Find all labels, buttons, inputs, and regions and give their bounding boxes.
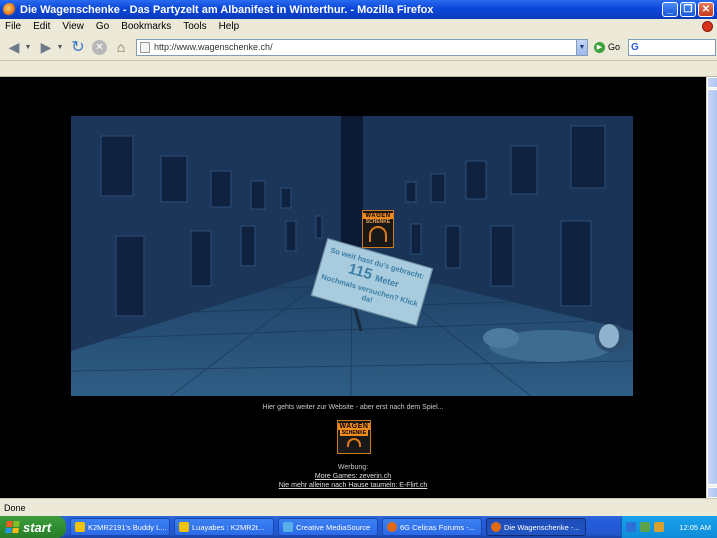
game-logo-line2: SCHENKE <box>365 219 391 225</box>
menu-go[interactable]: Go <box>96 21 109 32</box>
close-button[interactable]: ✕ <box>698 2 714 17</box>
status-text: Done <box>4 502 26 513</box>
scroll-up-icon[interactable] <box>707 77 717 88</box>
maximize-button[interactable]: ❐ <box>680 2 696 17</box>
back-icon[interactable]: ◀ <box>5 38 23 56</box>
go-arrow-icon: ▶ <box>594 41 605 53</box>
taskbar-item-celicas-forum[interactable]: 6G Celicas Forums -... <box>382 518 482 536</box>
firefox-icon <box>3 3 16 16</box>
go-button[interactable]: ▶ Go <box>594 41 621 53</box>
address-bar[interactable]: http://www.wagenschenke.ch/ ▼ <box>136 38 588 56</box>
system-tray: 12:05 AM <box>621 516 717 538</box>
eflirt-link[interactable]: Nie mehr alleine nach Hause taumeln: E-F… <box>0 482 706 489</box>
taskbar-item-label: 6G Celicas Forums -... <box>400 522 476 532</box>
menu-bar: File Edit View Go Bookmarks Tools Help <box>0 19 717 34</box>
forward-dropdown-icon[interactable]: ▼ <box>56 38 64 56</box>
clock[interactable]: 12:05 AM <box>679 523 711 532</box>
go-label: Go <box>608 42 621 52</box>
menu-bookmarks[interactable]: Bookmarks <box>121 21 171 32</box>
address-dropdown-icon[interactable]: ▼ <box>576 39 587 55</box>
forward-icon[interactable]: ▶ <box>37 38 55 56</box>
game-logo: WAGEN SCHENKE <box>362 210 394 248</box>
window-titlebar[interactable]: Die Wagenschenke - Das Partyzelt am Alba… <box>0 0 717 19</box>
status-bar: Done <box>0 498 717 516</box>
navigation-toolbar: ◀ ▼ ▶ ▼ ↻ ✕ ⌂ http://www.wagenschenke.ch… <box>0 34 717 61</box>
aim-icon <box>75 522 85 532</box>
menu-file[interactable]: File <box>5 21 21 32</box>
taskbar-item-label: Die Wagenschenke -... <box>504 522 580 532</box>
wheel-icon <box>369 226 387 242</box>
menu-view[interactable]: View <box>62 21 84 32</box>
page-content: WAGEN SCHENKE So weit hast du's gebracht… <box>0 77 706 498</box>
window-title: Die Wagenschenke - Das Partyzelt am Alba… <box>20 3 434 16</box>
bookmarks-toolbar <box>0 61 717 77</box>
taskbar-item-buddy-list[interactable]: K2MR2191's Buddy L... <box>70 518 170 536</box>
address-input[interactable]: http://www.wagenschenke.ch/ <box>154 42 576 52</box>
scroll-down-icon[interactable] <box>707 487 717 498</box>
taskbar-item-label: Creative MediaSource <box>296 522 371 532</box>
start-button[interactable]: start <box>0 516 66 538</box>
page-logo-line2: SCHENKE <box>339 430 369 436</box>
home-icon[interactable]: ⌂ <box>112 38 130 56</box>
stop-icon[interactable]: ✕ <box>92 39 107 55</box>
taskbar-item-label: Luayabes : K2MR2t... <box>192 522 265 532</box>
vertical-scrollbar[interactable] <box>706 77 717 498</box>
more-games-link[interactable]: More Games: zeverin.ch <box>0 473 706 480</box>
back-dropdown-icon[interactable]: ▼ <box>24 38 32 56</box>
start-label: start <box>23 519 52 535</box>
network-icon[interactable] <box>640 522 650 532</box>
menu-edit[interactable]: Edit <box>33 21 50 32</box>
wagenschenke-logo[interactable]: WAGEN SCHENKE <box>337 420 371 454</box>
google-icon[interactable]: G <box>631 42 639 53</box>
taskbar-item-chat[interactable]: Luayabes : K2MR2t... <box>174 518 274 536</box>
reload-icon[interactable]: ↻ <box>69 38 87 56</box>
menu-tools[interactable]: Tools <box>183 21 206 32</box>
page-icon <box>140 41 150 53</box>
back-arrow-icon[interactable] <box>626 522 636 532</box>
stop-loading-icon[interactable] <box>702 21 713 32</box>
menu-help[interactable]: Help <box>219 21 240 32</box>
search-input[interactable]: G <box>628 38 717 56</box>
taskbar-item-wagenschenke[interactable]: Die Wagenschenke -... <box>486 518 586 536</box>
page-logo-line1: WAGEN <box>337 423 371 430</box>
aim-icon <box>179 522 189 532</box>
taskbar-item-mediasource[interactable]: Creative MediaSource <box>278 518 378 536</box>
game-canvas[interactable]: WAGEN SCHENKE So weit hast du's gebracht… <box>71 116 633 396</box>
intro-text: Hier gehts weiter zur Website - aber ers… <box>262 404 444 411</box>
wheel-icon <box>347 438 361 447</box>
firefox-icon <box>387 522 397 532</box>
distance-unit: Meter <box>374 272 400 290</box>
windows-logo-icon <box>5 521 20 533</box>
media-icon <box>283 522 293 532</box>
minimize-button[interactable]: _ <box>662 2 678 17</box>
volume-icon[interactable] <box>654 522 664 532</box>
taskbar: start K2MR2191's Buddy L... Luayabes : K… <box>0 516 717 538</box>
ad-label: Werbung: <box>337 464 369 471</box>
scroll-thumb[interactable] <box>707 89 717 485</box>
taskbar-item-label: K2MR2191's Buddy L... <box>88 522 167 532</box>
firefox-icon <box>491 522 501 532</box>
